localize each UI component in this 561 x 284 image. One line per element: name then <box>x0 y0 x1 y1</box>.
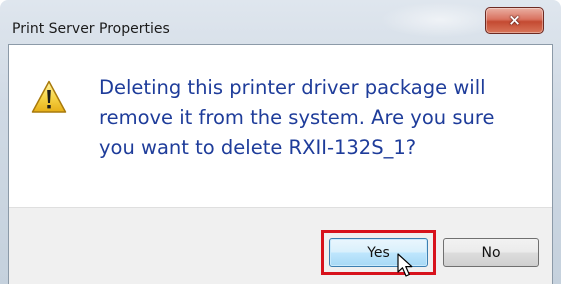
dialog-content: Deleting this printer driver package wil… <box>8 44 553 284</box>
title-bar[interactable]: Print Server Properties × <box>0 0 561 44</box>
message-text: Deleting this printer driver package wil… <box>99 76 495 159</box>
no-button[interactable]: No <box>443 238 539 267</box>
mouse-pointer-icon <box>397 253 413 277</box>
warning-icon <box>31 80 67 113</box>
button-panel: Yes No <box>9 207 552 284</box>
close-button[interactable]: × <box>485 7 544 34</box>
dialog-window: Print Server Properties × Deleting this … <box>0 0 561 284</box>
message-panel: Deleting this printer driver package wil… <box>9 45 552 207</box>
close-icon: × <box>508 11 521 29</box>
window-title: Print Server Properties <box>12 21 170 37</box>
